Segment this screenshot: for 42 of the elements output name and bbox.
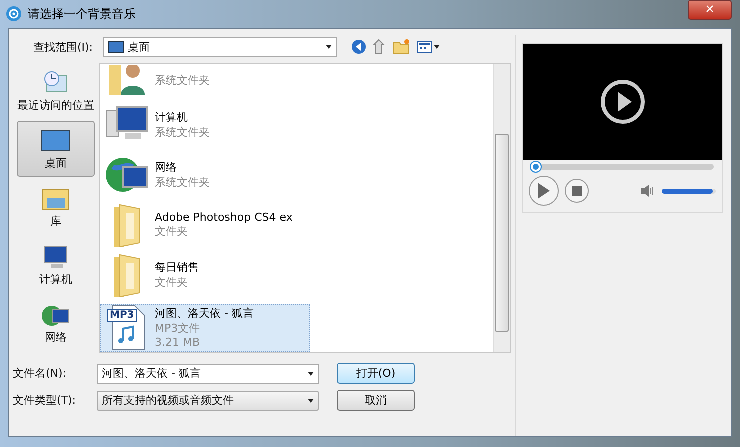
file-item[interactable]: 计算机 系统文件夹 [100,100,310,150]
sidebar-item[interactable]: 最近访问的位置 [17,63,95,119]
file-item[interactable]: 系统文件夹 [100,64,310,100]
file-item[interactable]: 网络 系统文件夹 [100,150,310,200]
speaker-icon [640,185,656,197]
file-type-dropdown[interactable]: 所有支持的视频或音频文件 [97,390,319,410]
stop-icon [572,186,582,196]
sidebar-item[interactable]: 桌面 [17,121,95,177]
open-button[interactable]: 打开(O) [337,363,415,384]
folder-icon [112,203,142,248]
user-folder-icon [107,65,147,95]
cancel-button[interactable]: 取消 [337,390,415,411]
caret-icon [308,398,314,402]
look-in-label: 查找范围(I): [32,40,94,54]
file-type-label: 文件类型(T): [13,393,78,408]
file-type-badge: MP3 [107,308,138,322]
view-menu-icon[interactable] [417,40,441,54]
sidebar-item[interactable]: 库 [17,179,95,235]
file-item[interactable]: Adobe Photoshop CS4 ex 文件夹 [100,200,310,250]
look-in-dropdown[interactable]: 桌面 [103,37,337,57]
up-folder-icon[interactable] [373,39,387,55]
file-item[interactable]: MP3 河图、洛天依 - 狐言 MP3文件 3.21 MB [100,304,310,352]
file-item[interactable]: 每日销售 文件夹 [100,250,310,300]
desktop-icon [108,41,124,53]
play-icon[interactable] [600,79,646,125]
caret-icon [326,45,332,49]
progress-thumb[interactable] [531,162,541,172]
sidebar-item[interactable]: 计算机 [17,237,95,293]
play-icon [537,182,551,200]
file-name-field[interactable]: 河图、洛天依 - 狐言 [97,364,319,384]
sidebar-item[interactable]: 网络 [17,295,95,351]
vertical-scrollbar[interactable] [493,64,510,352]
progress-track[interactable] [531,164,714,170]
close-button[interactable]: × [688,0,732,20]
folder-icon [112,253,142,298]
back-icon[interactable] [351,39,367,55]
file-name-label: 文件名(N): [13,366,68,381]
play-button[interactable] [529,176,559,206]
app-icon [6,6,22,22]
caret-icon [308,372,314,376]
window-title: 请选择一个背景音乐 [28,6,136,22]
stop-button[interactable] [565,179,589,203]
